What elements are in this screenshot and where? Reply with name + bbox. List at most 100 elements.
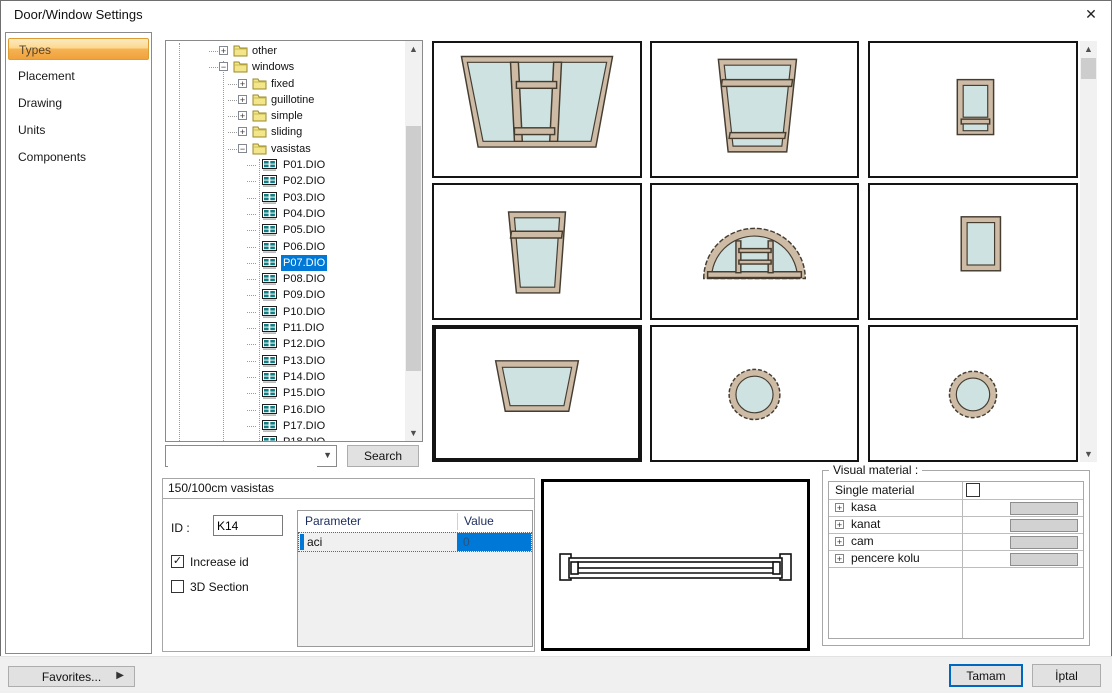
expand-icon[interactable]: +	[238, 79, 247, 88]
tree-item-p01-dio[interactable]: P01.DIO	[166, 157, 405, 173]
sidebar-item-types[interactable]: Types	[8, 38, 149, 60]
expand-icon[interactable]: +	[238, 127, 247, 136]
tree-item-p18-dio[interactable]: P18.DIO	[166, 434, 405, 441]
search-combo-input[interactable]	[168, 447, 317, 467]
id-label: ID :	[171, 521, 190, 535]
tree-item-simple[interactable]: +simple	[166, 108, 405, 124]
tree-item-p17-dio[interactable]: P17.DIO	[166, 418, 405, 434]
chevron-down-icon[interactable]: ▼	[323, 450, 332, 460]
cancel-button[interactable]: İptal	[1032, 664, 1101, 687]
tree-item-p10-dio[interactable]: P10.DIO	[166, 304, 405, 320]
material-swatch-button[interactable]	[1010, 536, 1078, 549]
tree-item-p14-dio[interactable]: P14.DIO	[166, 369, 405, 385]
tree-connector	[247, 198, 256, 199]
expand-icon[interactable]: +	[835, 537, 844, 546]
tree-item-label: P14.DIO	[281, 369, 327, 385]
parameter-row-aci[interactable]: aci0	[298, 532, 532, 552]
window-type-thumbnail-small-rect[interactable]	[868, 183, 1078, 320]
tree-item-fixed[interactable]: +fixed	[166, 76, 405, 92]
scroll-down-icon[interactable]: ▼	[1080, 446, 1097, 462]
tree-item-p13-dio[interactable]: P13.DIO	[166, 353, 405, 369]
window-type-thumbnail-wide-3pane-trapezoid[interactable]	[432, 41, 642, 178]
sidebar-item-units[interactable]: Units	[8, 119, 149, 141]
tree-item-p09-dio[interactable]: P09.DIO	[166, 287, 405, 303]
increase-id-label: Increase id	[190, 555, 249, 569]
material-row-cam: + cam	[829, 533, 1083, 551]
material-swatch-button[interactable]	[1010, 553, 1078, 566]
3d-section-label: 3D Section	[190, 580, 249, 594]
expand-icon[interactable]: +	[219, 46, 228, 55]
window-type-thumbnail-vertical-trapezoid-2pane[interactable]	[432, 183, 642, 320]
tree-item-p12-dio[interactable]: P12.DIO	[166, 336, 405, 352]
tree-item-vasistas[interactable]: −vasistas	[166, 141, 405, 157]
thumbnail-scrollbar[interactable]: ▲ ▼	[1080, 41, 1097, 462]
tree-item-p11-dio[interactable]: P11.DIO	[166, 320, 405, 336]
scroll-down-icon[interactable]: ▼	[405, 425, 422, 441]
tree-item-label: P01.DIO	[281, 157, 327, 173]
parameter-value-cell[interactable]: 0	[457, 533, 531, 551]
window-type-thumbnail-half-circle-arch[interactable]	[650, 183, 859, 320]
material-swatch-button[interactable]	[1010, 519, 1078, 532]
tree-item-label: P06.DIO	[281, 239, 327, 255]
tree-scrollbar[interactable]: ▲ ▼	[405, 41, 422, 441]
tree-item-guillotine[interactable]: + guillotine	[166, 92, 405, 108]
tree-item-p03-dio[interactable]: P03.DIO	[166, 190, 405, 206]
material-label: cam	[851, 534, 874, 548]
parameter-table-header: Parameter Value	[298, 511, 532, 533]
expand-icon[interactable]: +	[238, 95, 247, 104]
sidebar-item-components[interactable]: Components	[8, 146, 149, 168]
material-row-pencere-kolu: +pencere kolu	[829, 550, 1083, 568]
tree-item-other[interactable]: +other	[166, 43, 405, 59]
thumbnail-scrollbar-thumb[interactable]	[1081, 58, 1096, 79]
search-combobox[interactable]: ▼	[165, 445, 337, 467]
material-swatch-button[interactable]	[1010, 502, 1078, 515]
collapse-icon[interactable]: −	[219, 62, 228, 71]
tree-connector	[228, 149, 237, 150]
flat-trapezoid-drawing	[436, 329, 638, 458]
3d-section-checkbox[interactable]	[171, 580, 184, 593]
tree-item-p06-dio[interactable]: P06.DIO	[166, 239, 405, 255]
sidebar-item-placement[interactable]: Placement	[8, 65, 149, 87]
tree-item-label: P17.DIO	[281, 418, 327, 434]
expand-icon[interactable]: +	[835, 520, 844, 529]
value-column-header: Value	[464, 514, 494, 528]
expand-icon[interactable]: +	[238, 111, 247, 120]
window-type-thumbnail-circle-small[interactable]	[868, 325, 1078, 462]
tree-item-label: guillotine	[269, 92, 316, 108]
tree-item-sliding[interactable]: +sliding	[166, 124, 405, 140]
scroll-up-icon[interactable]: ▲	[405, 41, 422, 57]
tree-item-p16-dio[interactable]: P16.DIO	[166, 402, 405, 418]
vertical-trapezoid-2pane-drawing	[434, 185, 640, 318]
tree-item-p15-dio[interactable]: P15.DIO	[166, 385, 405, 401]
visual-material-table: Single material +kasa+kanat+cam+pencere …	[828, 481, 1084, 639]
search-button[interactable]: Search	[347, 445, 419, 467]
tree-connector	[247, 328, 256, 329]
tree-connector	[247, 181, 256, 182]
scroll-up-icon[interactable]: ▲	[1080, 41, 1097, 57]
tree-item-windows[interactable]: −windows	[166, 59, 405, 75]
expand-icon[interactable]: +	[835, 554, 844, 563]
tree-item-label: P16.DIO	[281, 402, 327, 418]
favorites-button[interactable]: Favorites... ▶	[8, 666, 135, 687]
single-material-checkbox[interactable]	[966, 483, 980, 497]
window-type-thumbnail-small-rect-bottom-bar[interactable]	[868, 41, 1078, 178]
tree-item-label: P07.DIO	[281, 255, 327, 271]
window-type-thumbnail-circle-large[interactable]	[650, 325, 859, 462]
sidebar-item-drawing[interactable]: Drawing	[8, 92, 149, 114]
collapse-icon[interactable]: −	[238, 144, 247, 153]
close-icon[interactable]: ✕	[1082, 5, 1100, 23]
type-details-group: 150/100cm vasistas ID : ✓ Increase id 3D…	[162, 478, 535, 652]
increase-id-checkbox[interactable]: ✓	[171, 555, 184, 568]
ok-button[interactable]: Tamam	[949, 664, 1023, 687]
visual-material-group: Visual material : Single material +kasa+…	[822, 470, 1090, 646]
tree-item-p05-dio[interactable]: P05.DIO	[166, 222, 405, 238]
tree-item-p08-dio[interactable]: P08.DIO	[166, 271, 405, 287]
tree-item-p04-dio[interactable]: P04.DIO	[166, 206, 405, 222]
id-field[interactable]	[213, 515, 283, 536]
tree-scrollbar-thumb[interactable]	[406, 126, 421, 371]
window-type-thumbnail-flat-trapezoid[interactable]	[432, 325, 642, 462]
tree-item-p02-dio[interactable]: P02.DIO	[166, 173, 405, 189]
window-type-thumbnail-narrow-trapezoid-3pane[interactable]	[650, 41, 859, 178]
expand-icon[interactable]: +	[835, 503, 844, 512]
tree-item-p07-dio[interactable]: P07.DIO	[166, 255, 405, 271]
